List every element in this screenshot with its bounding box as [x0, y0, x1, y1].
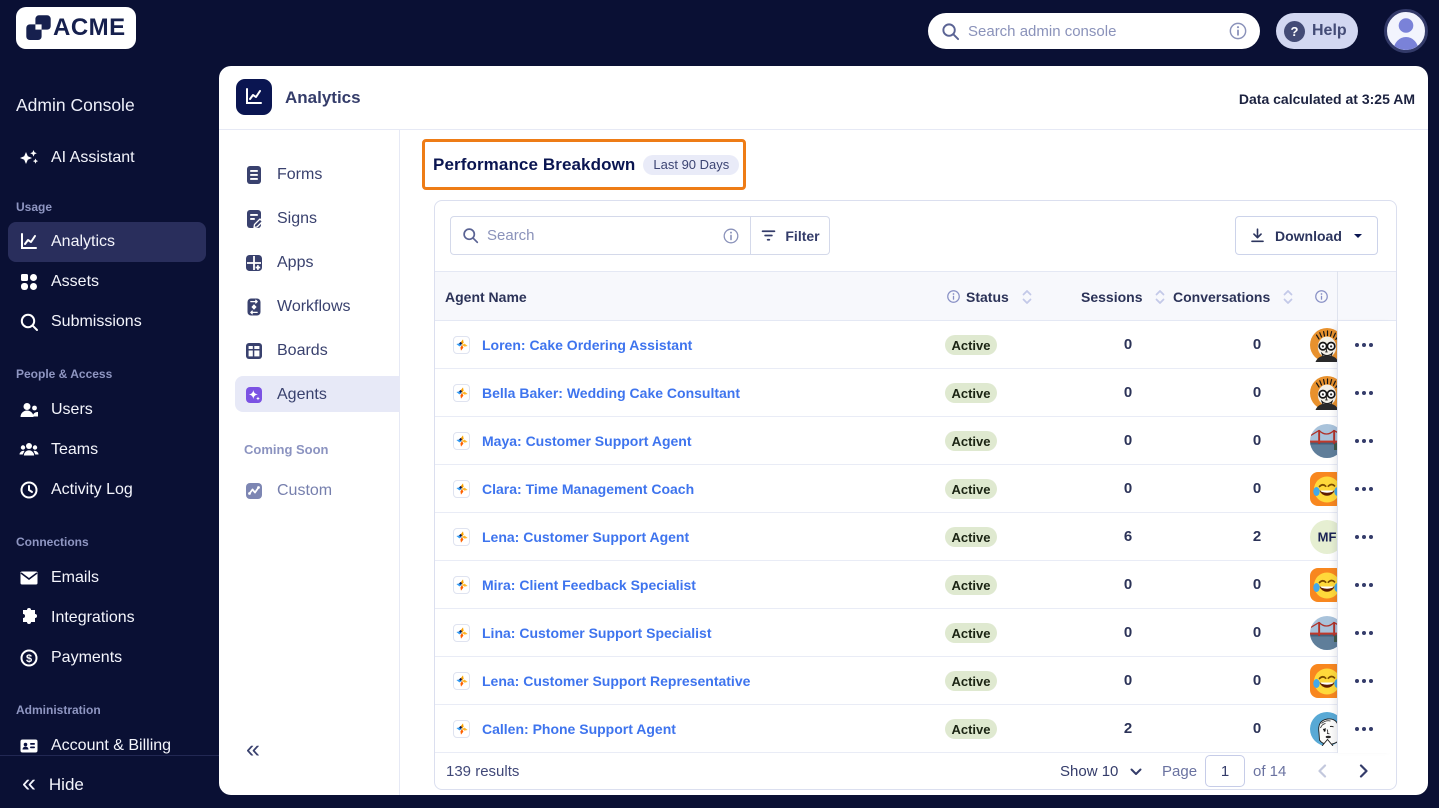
svg-text:MF: MF — [1318, 530, 1337, 545]
svg-text:$: $ — [26, 653, 32, 665]
